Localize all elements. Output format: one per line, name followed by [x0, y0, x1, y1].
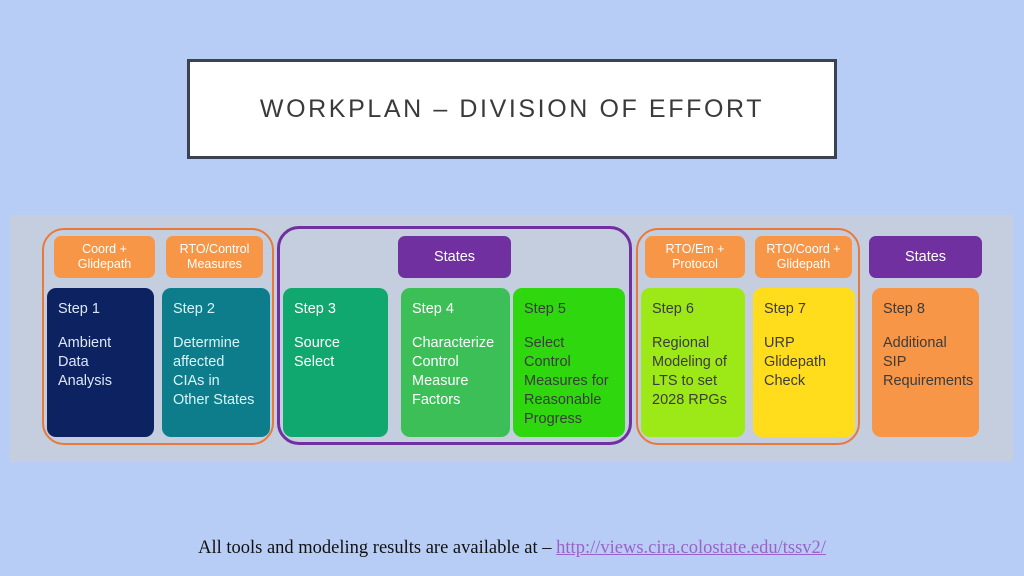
step-box-4[interactable]: Step 4 Characterize Control Measure Fact…: [401, 288, 510, 437]
step-3-number: Step 3: [294, 301, 336, 317]
step-box-7[interactable]: Step 7 URP Glidepath Check: [753, 288, 855, 437]
diagram-panel: [10, 215, 1013, 462]
step-2-number: Step 2: [173, 301, 215, 317]
header-chip-states-middle[interactable]: States: [398, 236, 511, 278]
tss-link[interactable]: http://views.cira.colostate.edu/tssv2/: [556, 538, 826, 558]
header-chip-rto-control-measures[interactable]: RTO/Control Measures: [166, 236, 263, 278]
step-5-number: Step 5: [524, 301, 566, 317]
step-1-number: Step 1: [58, 301, 100, 317]
header-chip-coord-glidepath[interactable]: Coord + Glidepath: [54, 236, 155, 278]
step-2-description: Determine affected CIAs in Other States: [173, 335, 255, 408]
step-6-number: Step 6: [652, 301, 694, 317]
step-7-number: Step 7: [764, 301, 806, 317]
step-6-description: Regional Modeling of LTS to set 2028 RPG…: [652, 335, 727, 408]
step-4-description: Characterize Control Measure Factors: [412, 335, 495, 408]
step-box-8[interactable]: Step 8 Additional SIP Requirements: [872, 288, 979, 437]
slide-title-box: WORKPLAN – DIVISION OF EFFORT: [187, 59, 837, 159]
header-chip-rto-em-protocol[interactable]: RTO/Em + Protocol: [645, 236, 745, 278]
step-7-description: URP Glidepath Check: [764, 335, 827, 389]
footer-caption-text: All tools and modeling results are avail…: [198, 538, 557, 558]
step-box-5[interactable]: Step 5 Select Control Measures for Reaso…: [513, 288, 625, 437]
header-chip-states-right[interactable]: States: [869, 236, 982, 278]
step-5-description: Select Control Measures for Reasonable P…: [524, 335, 609, 427]
step-4-number: Step 4: [412, 301, 454, 317]
step-box-3[interactable]: Step 3 Source Select: [283, 288, 388, 437]
page-title: WORKPLAN – DIVISION OF EFFORT: [259, 94, 765, 123]
step-8-description: Additional SIP Requirements: [883, 335, 974, 389]
step-8-number: Step 8: [883, 301, 925, 317]
step-3-description: Source Select: [294, 335, 340, 370]
header-chip-rto-coord-glidepath[interactable]: RTO/Coord + Glidepath: [755, 236, 852, 278]
step-box-2[interactable]: Step 2 Determine affected CIAs in Other …: [162, 288, 270, 437]
step-box-6[interactable]: Step 6 Regional Modeling of LTS to set 2…: [641, 288, 745, 437]
step-1-description: Ambient Data Analysis: [58, 335, 112, 389]
footer-caption: All tools and modeling results are avail…: [0, 538, 1024, 559]
step-box-1[interactable]: Step 1 Ambient Data Analysis: [47, 288, 154, 437]
